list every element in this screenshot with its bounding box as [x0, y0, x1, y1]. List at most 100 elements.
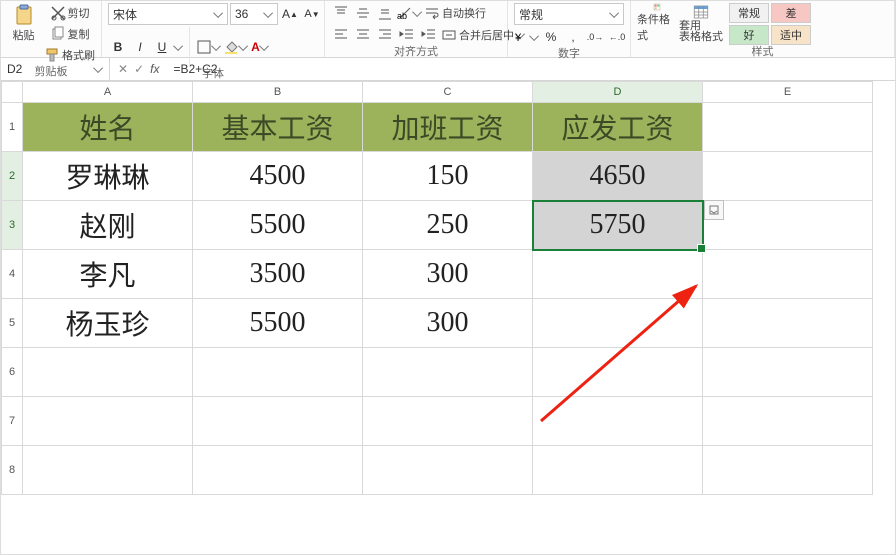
spreadsheet-grid: A B C D E 1 姓名 基本工资 加班工资 应发工资 2 罗琳琳 4500… [1, 81, 895, 555]
align-right-button[interactable] [375, 25, 395, 45]
indent-dec-button[interactable] [397, 25, 417, 45]
font-size-select[interactable]: 36 [230, 3, 278, 25]
currency-button[interactable]: ¥ [514, 27, 539, 47]
cell-c8[interactable] [363, 446, 533, 495]
row-header-7[interactable]: 7 [2, 397, 23, 446]
col-header-e[interactable]: E [703, 82, 873, 103]
indent-inc-button[interactable] [419, 25, 439, 45]
cell-d6[interactable] [533, 348, 703, 397]
style-swatch-bad[interactable]: 差 [771, 3, 811, 23]
borders-button[interactable] [196, 37, 221, 57]
col-header-a[interactable]: A [23, 82, 193, 103]
cell-c1[interactable]: 加班工资 [363, 103, 533, 152]
cell-b3[interactable]: 5500 [193, 201, 363, 250]
chevron-down-icon [529, 31, 539, 41]
row-header-8[interactable]: 8 [2, 446, 23, 495]
cell-a1[interactable]: 姓名 [23, 103, 193, 152]
row-header-6[interactable]: 6 [2, 348, 23, 397]
cell-d5[interactable] [533, 299, 703, 348]
inc-decimal-button[interactable]: .0→ [585, 27, 605, 47]
shrink-font-button[interactable]: A▼ [302, 4, 322, 24]
cell-c2[interactable]: 150 [363, 152, 533, 201]
align-middle-button[interactable] [353, 3, 373, 23]
cell-text: 3500 [193, 250, 362, 298]
cell-b5[interactable]: 5500 [193, 299, 363, 348]
cell-d8[interactable] [533, 446, 703, 495]
number-format-select[interactable]: 常规 [514, 3, 624, 25]
dec-decimal-button[interactable]: ←.0 [607, 27, 627, 47]
cell-d1[interactable]: 应发工资 [533, 103, 703, 152]
row-header-4[interactable]: 4 [2, 250, 23, 299]
cell-e6[interactable] [703, 348, 873, 397]
cell-a8[interactable] [23, 446, 193, 495]
cell-a4[interactable]: 李凡 [23, 250, 193, 299]
fill-color-button[interactable] [223, 37, 248, 57]
align-center-button[interactable] [353, 25, 373, 45]
cell-d3[interactable]: 5750 [533, 201, 703, 250]
align-top-button[interactable] [331, 3, 351, 23]
table-format-button[interactable]: 套用 表格格式 [681, 3, 721, 43]
cell-e1[interactable] [703, 103, 873, 152]
cell-a3[interactable]: 赵刚 [23, 201, 193, 250]
comma-button[interactable]: , [563, 27, 583, 47]
col-header-d[interactable]: D [533, 82, 703, 103]
paste-button[interactable]: 粘贴 [7, 3, 40, 43]
cell-e7[interactable] [703, 397, 873, 446]
cut-label: 剪切 [68, 5, 90, 21]
cell-e8[interactable] [703, 446, 873, 495]
cell-a6[interactable] [23, 348, 193, 397]
percent-button[interactable]: % [541, 27, 561, 47]
copy-button[interactable]: 复制 [44, 24, 95, 44]
orientation-button[interactable]: ab [397, 3, 422, 23]
cell-e5[interactable] [703, 299, 873, 348]
autofill-options-button[interactable] [704, 200, 724, 220]
wrap-text-button[interactable]: 自动换行 [424, 3, 486, 23]
cell-e2[interactable] [703, 152, 873, 201]
cell-b6[interactable] [193, 348, 363, 397]
col-header-b[interactable]: B [193, 82, 363, 103]
cell-e3[interactable] [703, 201, 873, 250]
cell-b7[interactable] [193, 397, 363, 446]
select-all-corner[interactable] [2, 82, 23, 103]
cond-format-button[interactable]: 条件格式 [637, 3, 677, 43]
cell-d2[interactable]: 4650 [533, 152, 703, 201]
bold-button[interactable]: B [108, 37, 128, 57]
cell-b4[interactable]: 3500 [193, 250, 363, 299]
cell-c3[interactable]: 250 [363, 201, 533, 250]
cell-a2[interactable]: 罗琳琳 [23, 152, 193, 201]
cell-b2[interactable]: 4500 [193, 152, 363, 201]
align-left-button[interactable] [331, 25, 351, 45]
group-clipboard: 粘贴 剪切 复制 格式刷 剪贴板 [1, 1, 102, 57]
cut-button[interactable]: 剪切 [44, 3, 95, 23]
cell-a5[interactable]: 杨玉珍 [23, 299, 193, 348]
cell-c5[interactable]: 300 [363, 299, 533, 348]
row-header-5[interactable]: 5 [2, 299, 23, 348]
italic-button[interactable]: I [130, 37, 150, 57]
align-bottom-button[interactable] [375, 3, 395, 23]
style-swatch-neutral[interactable]: 适中 [771, 25, 811, 45]
font-color-button[interactable]: A [250, 37, 270, 57]
cell-d4[interactable] [533, 250, 703, 299]
cell-c4[interactable]: 300 [363, 250, 533, 299]
cell-b1[interactable]: 基本工资 [193, 103, 363, 152]
row-header-1[interactable]: 1 [2, 103, 23, 152]
cell-d7[interactable] [533, 397, 703, 446]
cell-e4[interactable] [703, 250, 873, 299]
font-name-select[interactable]: 宋体 [108, 3, 228, 25]
grow-font-button[interactable]: A▲ [280, 4, 300, 24]
style-swatch-good[interactable]: 好 [729, 25, 769, 45]
underline-button[interactable]: U [152, 37, 172, 57]
style-swatch-normal[interactable]: 常规 [729, 3, 769, 23]
col-header-c[interactable]: C [363, 82, 533, 103]
fill-handle[interactable] [697, 244, 706, 253]
cell-a7[interactable] [23, 397, 193, 446]
chevron-down-icon [238, 41, 248, 51]
cell-c6[interactable] [363, 348, 533, 397]
format-painter-button[interactable]: 格式刷 [44, 45, 95, 65]
indent-left-icon [399, 27, 415, 43]
row-header-2[interactable]: 2 [2, 152, 23, 201]
row-header-3[interactable]: 3 [2, 201, 23, 250]
cell-c7[interactable] [363, 397, 533, 446]
cell-b8[interactable] [193, 446, 363, 495]
cell-text [533, 299, 702, 347]
